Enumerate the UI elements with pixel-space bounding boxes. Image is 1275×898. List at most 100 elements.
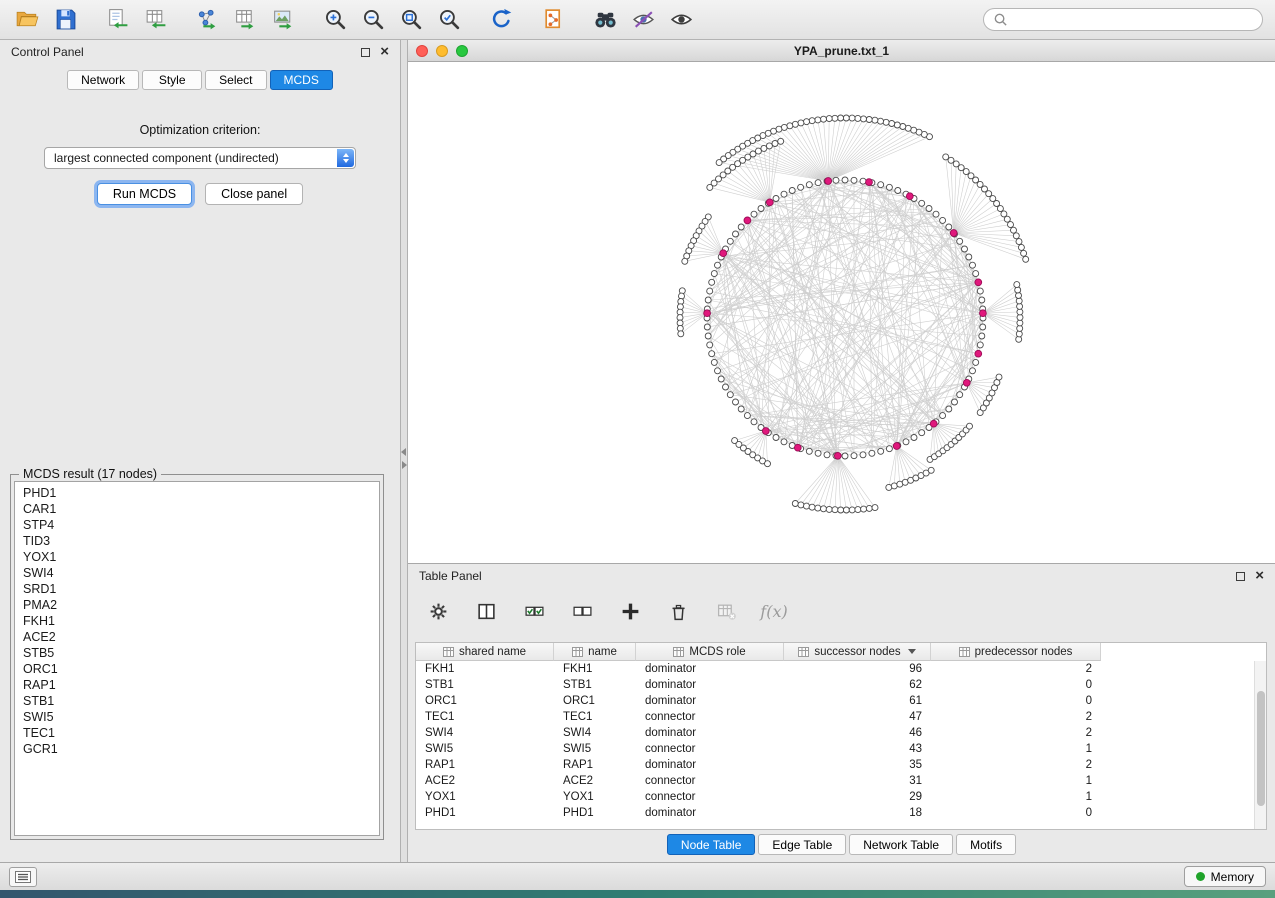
create-column-button[interactable] bbox=[616, 597, 644, 625]
memory-button[interactable]: Memory bbox=[1184, 866, 1266, 887]
zoom-out-button[interactable] bbox=[358, 5, 388, 35]
zoom-fit-button[interactable] bbox=[396, 5, 426, 35]
save-session-button[interactable] bbox=[50, 5, 80, 35]
table-row[interactable]: ACE2ACE2connector311 bbox=[416, 773, 1266, 789]
function-builder-button-disabled[interactable]: f(x) bbox=[760, 597, 788, 625]
export-network-button[interactable] bbox=[192, 5, 222, 35]
network-canvas[interactable] bbox=[408, 62, 1275, 563]
import-table-button[interactable] bbox=[140, 5, 170, 35]
close-table-panel-icon[interactable]: × bbox=[1255, 571, 1264, 581]
mcds-result-item[interactable]: PHD1 bbox=[15, 485, 379, 501]
control-panel-tab-network[interactable]: Network bbox=[67, 70, 139, 90]
column-header-successor-nodes[interactable]: successor nodes bbox=[784, 643, 931, 661]
clone-network-button[interactable] bbox=[538, 5, 568, 35]
dropdown-stepper-icon bbox=[337, 149, 354, 167]
column-type-icon bbox=[959, 647, 970, 657]
column-type-icon bbox=[798, 647, 809, 657]
cell-predecessor-nodes: 2 bbox=[931, 759, 1101, 771]
cell-name: SWI4 bbox=[554, 727, 636, 739]
mcds-result-item[interactable]: RAP1 bbox=[15, 677, 379, 693]
mcds-result-item[interactable]: SWI5 bbox=[15, 709, 379, 725]
window-zoom-icon[interactable] bbox=[456, 45, 468, 57]
table-tab-network-table[interactable]: Network Table bbox=[849, 834, 953, 855]
mcds-result-item[interactable]: CAR1 bbox=[15, 501, 379, 517]
cell-predecessor-nodes: 2 bbox=[931, 663, 1101, 675]
panel-splitter[interactable] bbox=[401, 40, 408, 862]
mcds-result-item[interactable]: PMA2 bbox=[15, 597, 379, 613]
toolbar-search-field[interactable] bbox=[983, 8, 1263, 31]
collapse-right-icon[interactable] bbox=[402, 461, 407, 469]
mcds-result-item[interactable]: STP4 bbox=[15, 517, 379, 533]
table-row[interactable]: ORC1ORC1dominator610 bbox=[416, 693, 1266, 709]
hide-graphics-details-button[interactable] bbox=[628, 5, 658, 35]
zoom-in-button[interactable] bbox=[320, 5, 350, 35]
mcds-result-list[interactable]: PHD1CAR1STP4TID3YOX1SWI4SRD1PMA2FKH1ACE2… bbox=[14, 481, 380, 836]
mcds-result-item[interactable]: GCR1 bbox=[15, 741, 379, 757]
float-table-panel-icon[interactable] bbox=[1236, 572, 1245, 581]
cell-mcds-role: connector bbox=[636, 791, 784, 803]
column-header-name[interactable]: name bbox=[554, 643, 636, 661]
window-minimize-icon[interactable] bbox=[436, 45, 448, 57]
cell-successor-nodes: 35 bbox=[784, 759, 931, 771]
table-row[interactable]: SWI4SWI4dominator462 bbox=[416, 725, 1266, 741]
show-graphics-details-button[interactable] bbox=[666, 5, 696, 35]
sort-menu-icon bbox=[908, 649, 916, 654]
column-header-shared-name[interactable]: shared name bbox=[416, 643, 554, 661]
table-scrollbar[interactable] bbox=[1254, 661, 1266, 829]
criterion-dropdown[interactable]: largest connected component (undirected) bbox=[44, 147, 356, 169]
control-panel-tab-mcds[interactable]: MCDS bbox=[270, 70, 333, 90]
close-panel-icon[interactable]: × bbox=[380, 47, 389, 57]
mcds-result-item[interactable]: TEC1 bbox=[15, 725, 379, 741]
column-header-predecessor-nodes[interactable]: predecessor nodes bbox=[931, 643, 1101, 661]
show-columns-button[interactable] bbox=[472, 597, 500, 625]
mcds-result-item[interactable]: STB5 bbox=[15, 645, 379, 661]
status-menu-button[interactable] bbox=[9, 867, 37, 887]
unselect-all-button[interactable] bbox=[568, 597, 596, 625]
collapse-left-icon[interactable] bbox=[401, 448, 406, 456]
cell-successor-nodes: 96 bbox=[784, 663, 931, 675]
mcds-result-title: MCDS result (17 nodes) bbox=[19, 467, 161, 481]
run-mcds-button[interactable]: Run MCDS bbox=[97, 183, 192, 205]
cell-successor-nodes: 61 bbox=[784, 695, 931, 707]
table-mode-button[interactable] bbox=[424, 597, 452, 625]
cell-predecessor-nodes: 2 bbox=[931, 727, 1101, 739]
network-graph[interactable] bbox=[408, 62, 1275, 563]
table-row[interactable]: PHD1PHD1dominator180 bbox=[416, 805, 1266, 821]
table-tab-motifs[interactable]: Motifs bbox=[956, 834, 1016, 855]
zoom-selected-button[interactable] bbox=[434, 5, 464, 35]
mcds-result-item[interactable]: ORC1 bbox=[15, 661, 379, 677]
mcds-result-item[interactable]: ACE2 bbox=[15, 629, 379, 645]
mcds-result-item[interactable]: FKH1 bbox=[15, 613, 379, 629]
export-table-button[interactable] bbox=[230, 5, 260, 35]
select-all-button[interactable] bbox=[520, 597, 548, 625]
search-network-button[interactable] bbox=[590, 5, 620, 35]
control-panel-tab-style[interactable]: Style bbox=[142, 70, 202, 90]
table-row[interactable]: RAP1RAP1dominator352 bbox=[416, 757, 1266, 773]
import-network-button[interactable] bbox=[102, 5, 132, 35]
search-input[interactable] bbox=[1014, 13, 1253, 27]
table-row[interactable]: FKH1FKH1dominator962 bbox=[416, 661, 1266, 677]
scrollbar-thumb[interactable] bbox=[1257, 691, 1265, 806]
open-file-button[interactable] bbox=[12, 5, 42, 35]
mcds-result-item[interactable]: TID3 bbox=[15, 533, 379, 549]
table-row[interactable]: SWI5SWI5connector431 bbox=[416, 741, 1266, 757]
mcds-result-item[interactable]: SRD1 bbox=[15, 581, 379, 597]
export-image-button[interactable] bbox=[268, 5, 298, 35]
close-panel-button[interactable]: Close panel bbox=[205, 183, 303, 205]
column-header-MCDS-role[interactable]: MCDS role bbox=[636, 643, 784, 661]
table-row[interactable]: TEC1TEC1connector472 bbox=[416, 709, 1266, 725]
table-row[interactable]: YOX1YOX1connector291 bbox=[416, 789, 1266, 805]
table-tab-edge-table[interactable]: Edge Table bbox=[758, 834, 846, 855]
mcds-result-item[interactable]: SWI4 bbox=[15, 565, 379, 581]
delete-columns-button[interactable] bbox=[664, 597, 692, 625]
mcds-result-item[interactable]: YOX1 bbox=[15, 549, 379, 565]
table-tab-node-table[interactable]: Node Table bbox=[667, 834, 756, 855]
cell-name: SWI5 bbox=[554, 743, 636, 755]
float-panel-icon[interactable] bbox=[361, 48, 370, 57]
table-row[interactable]: STB1STB1dominator620 bbox=[416, 677, 1266, 693]
destroy-table-button-disabled[interactable] bbox=[712, 597, 740, 625]
control-panel-tab-select[interactable]: Select bbox=[205, 70, 266, 90]
refresh-button[interactable] bbox=[486, 5, 516, 35]
mcds-result-item[interactable]: STB1 bbox=[15, 693, 379, 709]
window-close-icon[interactable] bbox=[416, 45, 428, 57]
